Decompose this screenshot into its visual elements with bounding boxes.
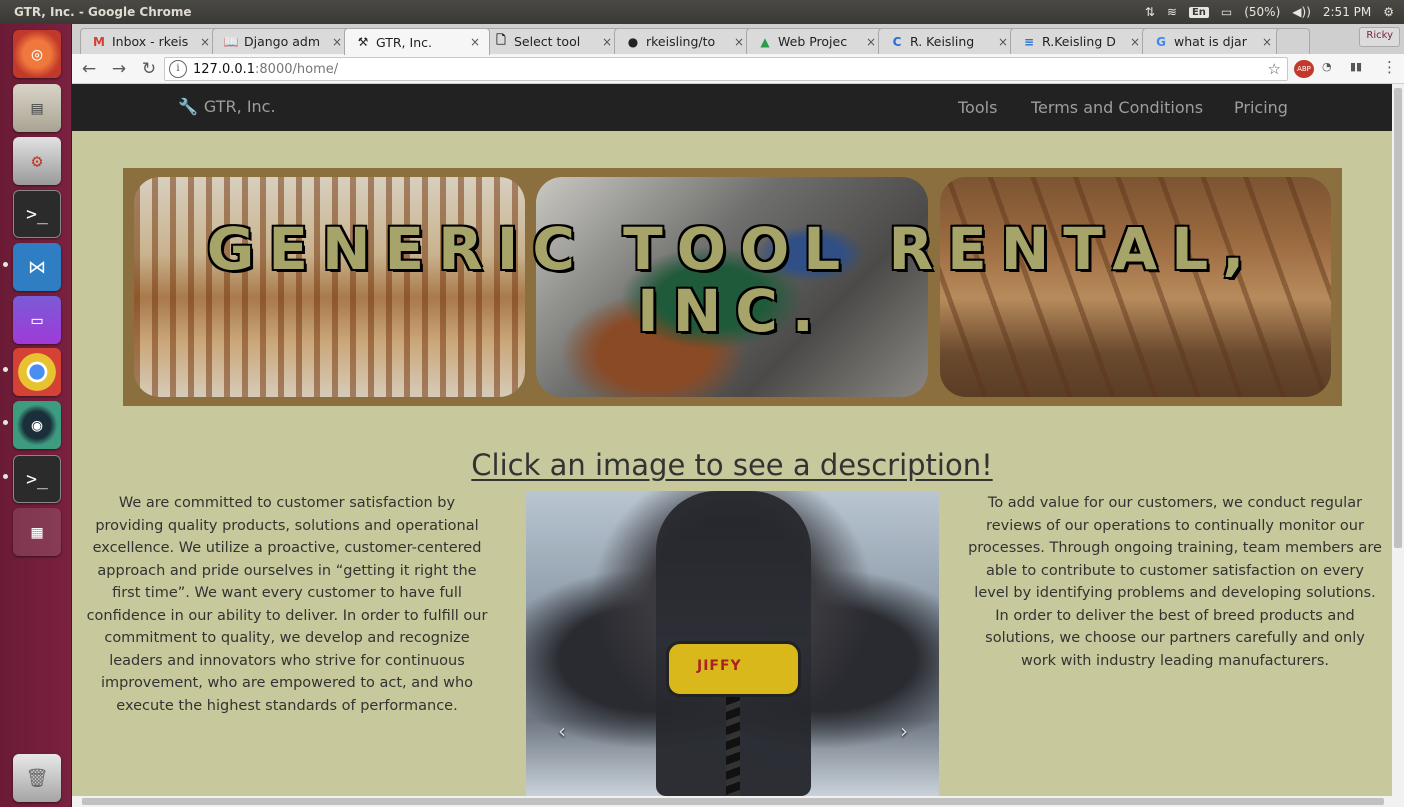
scroll-thumb[interactable] xyxy=(1394,88,1402,548)
drive-icon: ▲ xyxy=(760,34,770,49)
docs-icon: ≡ xyxy=(1023,34,1035,49)
section-heading: Click an image to see a description! xyxy=(471,448,993,482)
trash-icon[interactable]: 🗑 xyxy=(13,754,61,802)
terminal-icon-2[interactable]: >_ xyxy=(13,455,61,503)
chrome-icon[interactable] xyxy=(13,348,61,396)
tab-strip: M Inbox - rkeis × 📖 Django adm × ⚒ GTR, … xyxy=(72,24,1404,55)
profile-button[interactable]: Ricky xyxy=(1359,27,1400,47)
horizontal-scrollbar[interactable] xyxy=(72,796,1404,807)
carousel-prev-button[interactable]: ‹ xyxy=(550,716,574,746)
window-title: GTR, Inc. - Google Chrome xyxy=(14,5,192,19)
terminal-icon[interactable]: >_ xyxy=(13,190,61,238)
close-icon[interactable]: × xyxy=(467,35,483,49)
close-icon[interactable]: × xyxy=(863,35,879,49)
menu-icon[interactable]: ⋮ xyxy=(1382,58,1397,76)
gmail-icon: M xyxy=(93,34,105,49)
back-button[interactable]: ← xyxy=(76,56,102,82)
close-icon[interactable]: × xyxy=(599,35,615,49)
extension-icon[interactable]: ▮▮ xyxy=(1350,60,1362,73)
wifi-icon[interactable]: ≋ xyxy=(1167,5,1177,19)
app-window-icon[interactable]: ▭ xyxy=(13,296,61,344)
close-icon[interactable]: × xyxy=(197,35,213,49)
system-settings-icon[interactable]: ⚙ xyxy=(13,137,61,185)
system-tray: ⇅ ≋ En ▭ (50%) ◀)) 2:51 PM ⚙ xyxy=(1145,5,1404,19)
close-icon[interactable]: × xyxy=(1127,35,1143,49)
carousel-auger xyxy=(726,697,740,796)
carousel-drill: JIFFY xyxy=(666,641,801,697)
file-manager-icon[interactable]: ▤ xyxy=(13,84,61,132)
site-brand[interactable]: 🔧 GTR, Inc. xyxy=(178,97,276,116)
right-paragraph: To add value for our customers, we condu… xyxy=(968,495,1382,669)
page-icon: 🗋 xyxy=(496,33,506,47)
nav-tools[interactable]: Tools xyxy=(958,98,997,117)
ubuntu-dash-icon[interactable]: ◎ xyxy=(13,30,61,78)
vscode-icon[interactable]: ⋈ xyxy=(13,243,61,291)
wrench-icon: 🔧 xyxy=(178,97,198,116)
gitkraken-icon[interactable]: ◉ xyxy=(13,401,61,449)
brand-label: GTR, Inc. xyxy=(203,97,276,116)
banner-title: GENERIC TOOL RENTAL, INC. xyxy=(206,215,1259,345)
tab-gtr-inc[interactable]: ⚒ GTR, Inc. × xyxy=(344,28,490,55)
google-icon: G xyxy=(1156,34,1166,49)
battery-percent[interactable]: (50%) xyxy=(1244,5,1280,19)
docs-icon: 📖 xyxy=(223,34,239,49)
address-bar[interactable]: i 127.0.0.1 :8000/home/ ☆ xyxy=(164,57,1288,81)
info-icon[interactable]: i xyxy=(169,60,187,78)
url-path: :8000/home/ xyxy=(255,61,339,77)
chrome-window: M Inbox - rkeis × 📖 Django adm × ⚒ GTR, … xyxy=(72,24,1404,807)
github-icon: ● xyxy=(627,34,639,49)
page-viewport: 🔧 GTR, Inc. Tools Terms and Conditions P… xyxy=(72,84,1392,796)
volume-icon[interactable]: ◀)) xyxy=(1292,5,1311,19)
workspace-switcher-icon[interactable]: ▦ xyxy=(13,508,61,556)
adblock-icon[interactable]: ABP xyxy=(1294,60,1314,78)
forward-button[interactable]: → xyxy=(106,56,132,82)
tab-r-keisling-doc[interactable]: ≡ R.Keisling D × xyxy=(1010,28,1150,54)
tab-select-tool[interactable]: 🗋 Select tool × xyxy=(482,28,622,54)
url-host: 127.0.0.1 xyxy=(193,61,256,77)
image-carousel[interactable]: JIFFY ‹ › xyxy=(526,491,939,796)
bookmark-star-icon[interactable]: ☆ xyxy=(1268,60,1281,78)
close-icon[interactable]: × xyxy=(329,35,345,49)
os-top-panel: GTR, Inc. - Google Chrome ⇅ ≋ En ▭ (50%)… xyxy=(0,0,1404,24)
nav-pricing[interactable]: Pricing xyxy=(1234,98,1288,117)
hero-banner: GENERIC TOOL RENTAL, INC. xyxy=(123,168,1342,406)
tab-r-keisling[interactable]: C R. Keisling × xyxy=(878,28,1018,54)
tab-github[interactable]: ● rkeisling/to × xyxy=(614,28,754,54)
nav-terms[interactable]: Terms and Conditions xyxy=(1031,98,1203,117)
new-tab-button[interactable] xyxy=(1276,28,1310,54)
scroll-thumb[interactable] xyxy=(82,798,1384,805)
close-icon[interactable]: × xyxy=(1259,35,1275,49)
keyboard-language-indicator[interactable]: En xyxy=(1188,6,1209,18)
unity-launcher: ◎ ▤ ⚙ >_ ⋈ ▭ ◉ >_ ▦ 🗑 xyxy=(0,24,72,807)
network-icon[interactable]: ⇅ xyxy=(1145,5,1155,19)
cast-icon[interactable]: ◔ xyxy=(1322,60,1332,73)
tab-google-search[interactable]: G what is djar × xyxy=(1142,28,1282,54)
settings-gear-icon[interactable]: ⚙ xyxy=(1383,5,1394,19)
tools-icon: ⚒ xyxy=(357,35,369,49)
reload-button[interactable]: ↻ xyxy=(136,56,162,82)
tab-inbox[interactable]: M Inbox - rkeis × xyxy=(80,28,220,54)
vertical-scrollbar[interactable] xyxy=(1392,84,1404,796)
clock[interactable]: 2:51 PM xyxy=(1323,5,1371,19)
tab-web-project[interactable]: ▲ Web Projec × xyxy=(746,28,886,54)
tab-django-admin[interactable]: 📖 Django adm × xyxy=(212,28,352,54)
close-icon[interactable]: × xyxy=(731,35,747,49)
loading-icon: C xyxy=(892,34,902,49)
left-paragraph: We are committed to customer satisfactio… xyxy=(86,495,488,714)
carousel-next-button[interactable]: › xyxy=(892,716,916,746)
site-navbar: 🔧 GTR, Inc. Tools Terms and Conditions P… xyxy=(72,84,1392,131)
close-icon[interactable]: × xyxy=(995,35,1011,49)
toolbar: ← → ↻ i 127.0.0.1 :8000/home/ ☆ ABP ◔ ▮▮… xyxy=(72,54,1404,84)
battery-icon[interactable]: ▭ xyxy=(1221,5,1232,19)
